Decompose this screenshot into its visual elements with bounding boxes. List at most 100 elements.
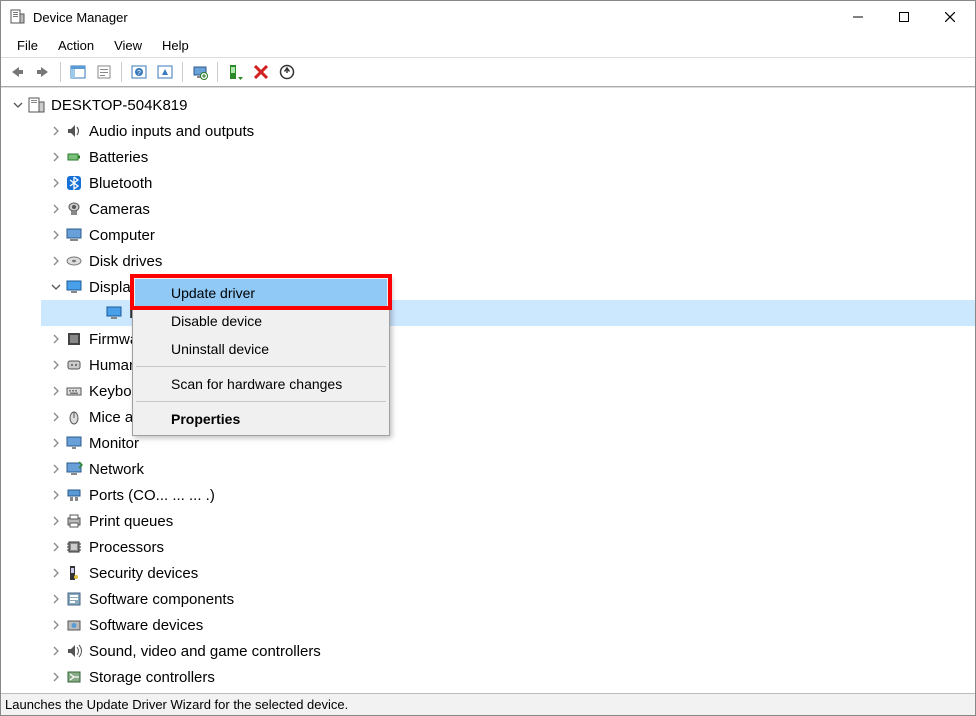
menu-file[interactable]: File xyxy=(7,36,48,55)
category-node[interactable]: Software components xyxy=(21,586,975,612)
chevron-right-icon[interactable] xyxy=(49,124,63,138)
category-node[interactable]: Storage controllers xyxy=(21,664,975,690)
mouse-icon xyxy=(65,408,83,426)
minimize-button[interactable] xyxy=(835,1,881,33)
category-label: Processors xyxy=(89,539,164,556)
category-node[interactable]: Security devices xyxy=(21,560,975,586)
ctx-scan-hardware[interactable]: Scan for hardware changes xyxy=(135,370,387,398)
back-button[interactable] xyxy=(5,60,29,84)
ctx-update-driver[interactable]: Update driver xyxy=(135,279,387,307)
toolbar-separator xyxy=(182,62,183,82)
bluetooth-icon xyxy=(65,174,83,192)
chevron-right-icon[interactable] xyxy=(49,384,63,398)
root-node[interactable]: DESKTOP-504K819 xyxy=(1,92,975,118)
category-node[interactable]: Ports (CO... ... ... .) xyxy=(21,482,975,508)
menu-action[interactable]: Action xyxy=(48,36,104,55)
category-node[interactable]: Cameras xyxy=(21,196,975,222)
category-node[interactable]: Processors xyxy=(21,534,975,560)
category-label: Batteries xyxy=(89,149,148,166)
category-label: Storage controllers xyxy=(89,669,215,686)
action-button[interactable] xyxy=(153,60,177,84)
category-label: Security devices xyxy=(89,565,198,582)
chevron-right-icon[interactable] xyxy=(49,332,63,346)
sound-icon xyxy=(65,642,83,660)
maximize-button[interactable] xyxy=(881,1,927,33)
chevron-right-icon[interactable] xyxy=(49,540,63,554)
add-legacy-button[interactable] xyxy=(275,60,299,84)
computer-icon xyxy=(65,226,83,244)
chevron-right-icon[interactable] xyxy=(49,254,63,268)
chevron-right-icon[interactable] xyxy=(49,618,63,632)
status-text: Launches the Update Driver Wizard for th… xyxy=(5,697,348,712)
cpu-icon xyxy=(65,538,83,556)
audio-icon xyxy=(65,122,83,140)
camera-icon xyxy=(65,200,83,218)
ctx-disable-device[interactable]: Disable device xyxy=(135,307,387,335)
category-node[interactable]: Bluetooth xyxy=(21,170,975,196)
category-node[interactable]: Batteries xyxy=(21,144,975,170)
chevron-right-icon[interactable] xyxy=(49,202,63,216)
update-driver-button[interactable] xyxy=(223,60,247,84)
storage-icon xyxy=(65,668,83,686)
category-label: Monitor xyxy=(89,435,139,452)
chevron-right-icon[interactable] xyxy=(49,410,63,424)
chevron-right-icon[interactable] xyxy=(49,592,63,606)
category-node[interactable]: Print queues xyxy=(21,508,975,534)
category-label: Disk drives xyxy=(89,253,162,270)
ctx-uninstall-device[interactable]: Uninstall device xyxy=(135,335,387,363)
display-icon xyxy=(105,304,123,322)
chevron-right-icon[interactable] xyxy=(49,176,63,190)
chevron-right-icon[interactable] xyxy=(49,462,63,476)
category-label: Ports (CO... ... ... .) xyxy=(89,487,215,504)
computer-icon xyxy=(27,96,45,114)
chevron-right-icon[interactable] xyxy=(49,358,63,372)
chevron-down-icon[interactable] xyxy=(11,98,25,112)
category-node[interactable]: Network xyxy=(21,456,975,482)
category-node[interactable]: Sound, video and game controllers xyxy=(21,638,975,664)
chevron-down-icon[interactable] xyxy=(49,280,63,294)
category-node[interactable]: Computer xyxy=(21,222,975,248)
chevron-right-icon[interactable] xyxy=(49,670,63,684)
chevron-right-icon[interactable] xyxy=(49,228,63,242)
ctx-separator xyxy=(136,401,386,402)
category-node[interactable]: System devices xyxy=(21,690,975,693)
chevron-right-icon[interactable] xyxy=(49,514,63,528)
device-tree[interactable]: DESKTOP-504K819 Audio inputs and outputs… xyxy=(1,87,975,693)
show-hide-tree-button[interactable] xyxy=(66,60,90,84)
disk-icon xyxy=(65,252,83,270)
chevron-right-icon[interactable] xyxy=(49,488,63,502)
context-menu: Update driver Disable device Uninstall d… xyxy=(132,276,390,436)
print-icon xyxy=(65,512,83,530)
uninstall-device-button[interactable] xyxy=(249,60,273,84)
chevron-right-icon[interactable] xyxy=(49,566,63,580)
window-title: Device Manager xyxy=(33,10,835,25)
category-node[interactable]: Disk drives xyxy=(21,248,975,274)
chevron-right-icon[interactable] xyxy=(49,150,63,164)
category-node[interactable]: Software devices xyxy=(21,612,975,638)
menu-view[interactable]: View xyxy=(104,36,152,55)
firmware-icon xyxy=(65,330,83,348)
forward-button[interactable] xyxy=(31,60,55,84)
chevron-right-icon[interactable] xyxy=(49,436,63,450)
toolbar-separator xyxy=(60,62,61,82)
category-label: Bluetooth xyxy=(89,175,152,192)
app-icon xyxy=(9,9,25,25)
menu-help[interactable]: Help xyxy=(152,36,199,55)
svg-text:?: ? xyxy=(137,70,141,77)
scan-hardware-button[interactable] xyxy=(188,60,212,84)
category-label: Software devices xyxy=(89,617,203,634)
toolbar-separator xyxy=(217,62,218,82)
display-icon xyxy=(65,278,83,296)
swcomp-icon xyxy=(65,590,83,608)
security-icon xyxy=(65,564,83,582)
close-button[interactable] xyxy=(927,1,973,33)
ctx-properties[interactable]: Properties xyxy=(135,405,387,433)
category-node[interactable]: Audio inputs and outputs xyxy=(21,118,975,144)
keyboard-icon xyxy=(65,382,83,400)
category-label: Sound, video and game controllers xyxy=(89,643,321,660)
chevron-right-icon[interactable] xyxy=(49,644,63,658)
category-label: Cameras xyxy=(89,201,150,218)
properties-button-2[interactable] xyxy=(92,60,116,84)
help-button[interactable]: ? xyxy=(127,60,151,84)
category-label: Print queues xyxy=(89,513,173,530)
